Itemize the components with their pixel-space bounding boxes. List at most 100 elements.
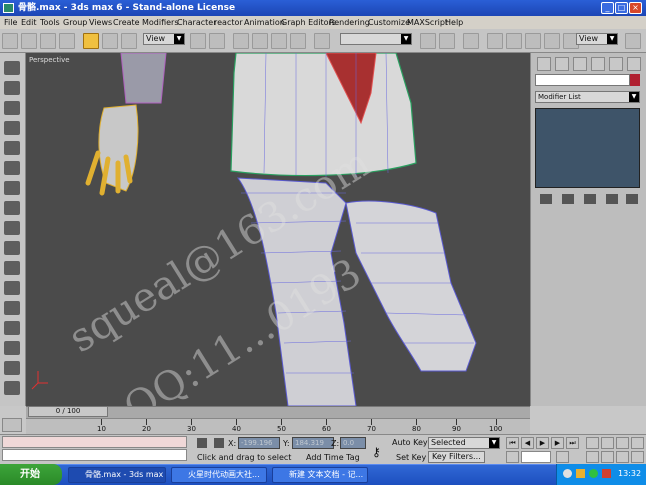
zoom-icon[interactable] (586, 437, 599, 449)
light-icon[interactable] (4, 221, 20, 235)
camera-icon[interactable] (4, 241, 20, 255)
render-type-dropdown[interactable]: View ▼ (576, 33, 618, 45)
previous-frame-icon[interactable]: ◀ (521, 437, 534, 449)
modifier-stack[interactable] (535, 108, 640, 188)
helper-icon[interactable] (4, 261, 20, 275)
make-unique-icon[interactable] (584, 194, 596, 204)
menu-views[interactable]: Views (89, 16, 112, 29)
task-3dsmax[interactable]: 骨骼.max - 3ds max ... (68, 467, 166, 483)
maxscript-listener-field[interactable] (2, 436, 187, 448)
track-bar[interactable]: 10 20 30 40 50 60 70 80 90 100 (26, 418, 530, 434)
zoom-extents-icon[interactable] (616, 437, 629, 449)
hierarchy-tab-icon[interactable] (573, 57, 587, 71)
star-icon[interactable] (4, 141, 20, 155)
bone-icon[interactable] (4, 361, 20, 375)
auto-key-button[interactable]: Auto Key (392, 437, 428, 449)
cylinder-icon[interactable] (4, 181, 20, 195)
menu-help[interactable]: Help (445, 16, 463, 29)
maxscript-output-field[interactable] (2, 449, 187, 461)
go-to-start-icon[interactable]: ⏮ (506, 437, 519, 449)
pivot-icon[interactable] (190, 33, 206, 49)
y-coordinate-field[interactable]: 184.319 (292, 437, 334, 449)
time-configuration-icon[interactable] (556, 451, 569, 463)
named-selection-sets-dropdown[interactable]: ▼ (340, 33, 412, 45)
cone-icon[interactable] (4, 121, 20, 135)
menu-character[interactable]: Character (177, 16, 217, 29)
sphere-icon[interactable] (4, 81, 20, 95)
utility-icon[interactable] (4, 381, 20, 395)
close-icon[interactable]: × (629, 2, 642, 14)
modify-tab-icon[interactable] (555, 57, 569, 71)
utilities-tab-icon[interactable] (627, 57, 641, 71)
viewport-label[interactable]: Perspective (29, 56, 70, 64)
key-mode-icon[interactable] (506, 451, 519, 463)
pan-icon[interactable] (601, 451, 614, 463)
ime-icon[interactable] (602, 469, 611, 478)
key-filters-button[interactable]: Key Filters... (428, 451, 485, 463)
wave-icon[interactable] (4, 321, 20, 335)
bend-icon[interactable] (4, 201, 20, 215)
frame-slider[interactable]: 0 / 100 (28, 406, 108, 417)
maximize-icon[interactable]: □ (615, 2, 628, 14)
absolute-mode-icon[interactable] (214, 438, 224, 448)
modifier-list-dropdown[interactable]: Modifier List ▼ (535, 91, 640, 103)
arc-rotate-icon[interactable] (616, 451, 629, 463)
zoom-extents-all-icon[interactable] (631, 437, 644, 449)
render-scene-icon[interactable] (544, 33, 560, 49)
key-selection-dropdown[interactable]: Selected ▼ (428, 437, 500, 449)
scale-icon[interactable] (121, 33, 137, 49)
key-icon[interactable]: ⚷ (372, 445, 381, 459)
rotate-icon[interactable] (102, 33, 118, 49)
task-browser[interactable]: 火星时代动画大社... (171, 467, 267, 483)
angle-snap-icon[interactable] (252, 33, 268, 49)
snap-icon[interactable] (233, 33, 249, 49)
go-to-end-icon[interactable]: ⏭ (566, 437, 579, 449)
menu-group[interactable]: Group (63, 16, 87, 29)
object-name-field[interactable] (535, 74, 630, 86)
menu-create[interactable]: Create (113, 16, 140, 29)
z-coordinate-field[interactable]: 0.0 (340, 437, 366, 449)
zoom-all-icon[interactable] (601, 437, 614, 449)
play-icon[interactable]: ▶ (536, 437, 549, 449)
spacewarp-icon[interactable] (4, 281, 20, 295)
menu-maxscript[interactable]: MAXScript (407, 16, 448, 29)
lock-selection-icon[interactable] (197, 438, 207, 448)
box-icon[interactable] (4, 61, 20, 75)
start-button[interactable]: 开始 (0, 464, 62, 485)
curve-editor-icon[interactable] (487, 33, 503, 49)
current-frame-field[interactable] (521, 451, 551, 463)
reference-coordinate-dropdown[interactable]: View ▼ (143, 33, 185, 45)
network-icon[interactable] (563, 469, 572, 478)
menu-rendering[interactable]: Rendering (329, 16, 370, 29)
material-editor-icon[interactable] (525, 33, 541, 49)
motion-tab-icon[interactable] (591, 57, 605, 71)
security-icon[interactable] (589, 469, 598, 478)
field-of-view-icon[interactable] (586, 451, 599, 463)
x-coordinate-field[interactable]: -199.196 (238, 437, 280, 449)
task-notepad[interactable]: 新建 文本文档 - 记... (272, 467, 368, 483)
create-tab-icon[interactable] (537, 57, 551, 71)
maximize-viewport-icon[interactable] (631, 451, 644, 463)
align-icon[interactable] (439, 33, 455, 49)
menu-graph-editors[interactable]: Graph Editors (281, 16, 336, 29)
open-mini-curve-editor-icon[interactable] (2, 418, 22, 432)
move-icon[interactable] (83, 33, 99, 49)
configure-modifier-sets-icon[interactable] (626, 194, 638, 204)
menu-customize[interactable]: Customize (368, 16, 410, 29)
select-by-name-icon[interactable] (21, 33, 37, 49)
named-selection-icon[interactable] (314, 33, 330, 49)
modifier-icon[interactable] (4, 301, 20, 315)
minimize-icon[interactable]: _ (601, 2, 614, 14)
plane-icon[interactable] (4, 161, 20, 175)
percent-snap-icon[interactable] (271, 33, 287, 49)
pin-stack-icon[interactable] (540, 194, 552, 204)
spinner-snap-icon[interactable] (290, 33, 306, 49)
display-tab-icon[interactable] (609, 57, 623, 71)
add-time-tag-button[interactable]: Add Time Tag (306, 453, 360, 462)
remove-modifier-icon[interactable] (606, 194, 618, 204)
schematic-view-icon[interactable] (506, 33, 522, 49)
select-manipulate-icon[interactable] (209, 33, 225, 49)
show-end-result-icon[interactable] (562, 194, 574, 204)
next-frame-icon[interactable]: ▶ (551, 437, 564, 449)
volume-icon[interactable] (576, 469, 585, 478)
